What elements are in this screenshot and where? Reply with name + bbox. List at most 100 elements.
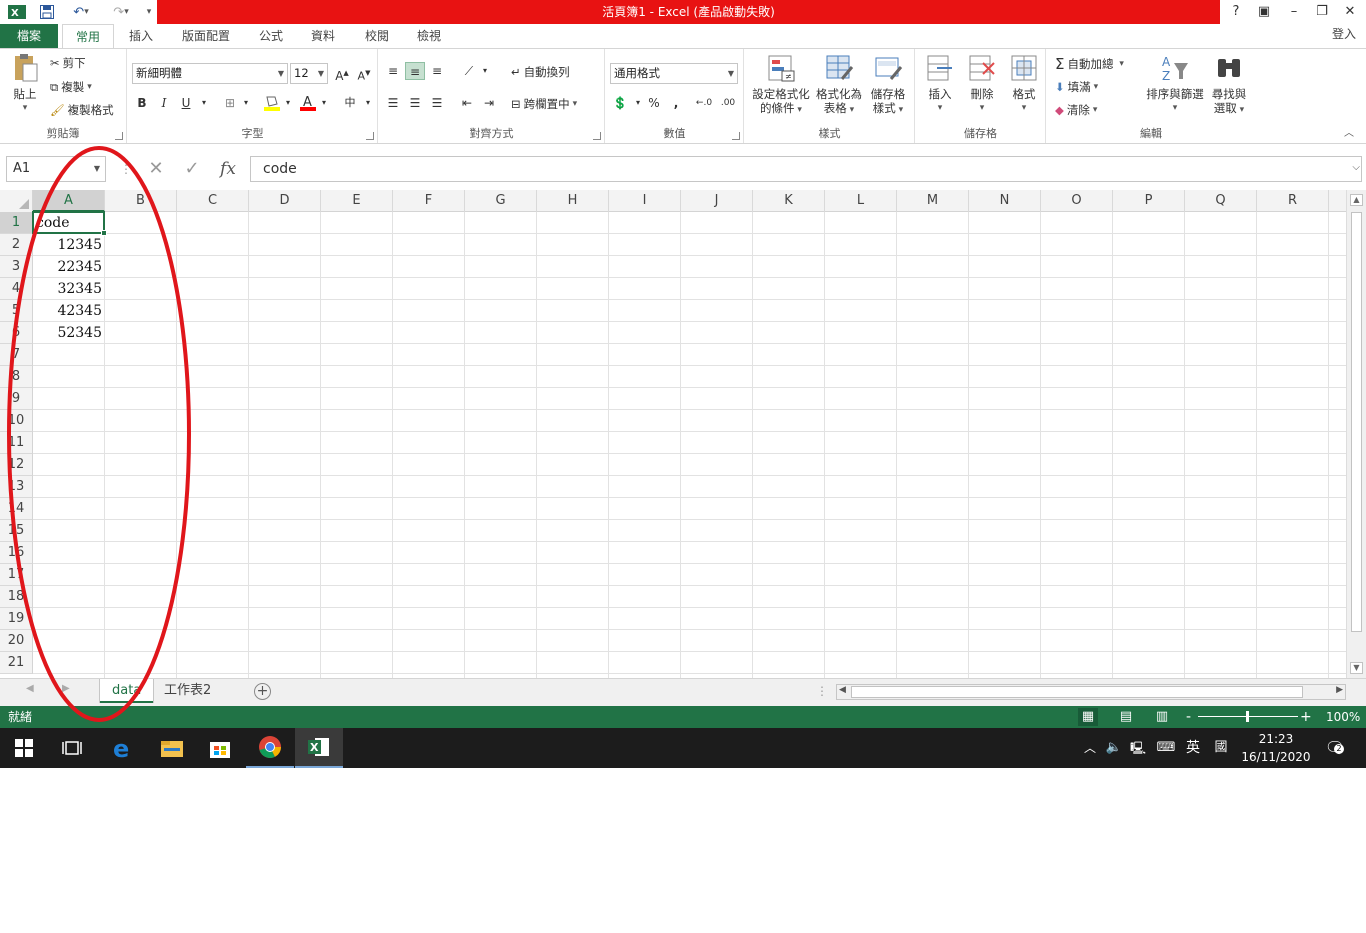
horizontal-scrollbar[interactable]: ◀ ▶ (836, 684, 1346, 700)
paste-button[interactable]: 貼上 ▾ (6, 53, 44, 115)
increase-indent-icon[interactable]: ⇥ (479, 94, 499, 112)
align-middle-icon[interactable]: ≡ (405, 62, 425, 80)
close-icon[interactable]: ✕ (1336, 0, 1364, 24)
ime-mode[interactable]: 國 (1210, 728, 1232, 768)
row-header-8[interactable]: 8 (0, 366, 33, 388)
scroll-down-icon[interactable]: ▼ (1350, 662, 1363, 674)
row-header-9[interactable]: 9 (0, 388, 33, 410)
align-center-icon[interactable]: ☰ (405, 94, 425, 112)
task-view-icon[interactable] (48, 728, 96, 768)
font-name-combo[interactable]: 新細明體 ▼ (132, 63, 288, 84)
tab-review[interactable]: 校閱 (356, 24, 398, 48)
column-header-l[interactable]: L (825, 190, 897, 212)
tab-insert[interactable]: 插入 (118, 24, 164, 48)
sheet-tab-sheet2[interactable]: 工作表2 (152, 679, 223, 703)
orientation-dropdown-icon[interactable]: ▾ (475, 62, 495, 80)
vertical-scrollbar[interactable]: ▲ ▼ (1346, 190, 1366, 678)
row-header-16[interactable]: 16 (0, 542, 33, 564)
clear-button[interactable]: ◆ 清除 ▾ (1055, 102, 1097, 118)
format-painter-button[interactable]: 🖌 複製格式 (50, 102, 114, 118)
row-header-1[interactable]: 1 (0, 212, 33, 234)
vertical-scroll-thumb[interactable] (1351, 212, 1362, 632)
undo-icon[interactable]: ↶ ▾ (66, 2, 96, 22)
column-header-h[interactable]: H (537, 190, 609, 212)
row-header-4[interactable]: 4 (0, 278, 33, 300)
column-header-r[interactable]: R (1257, 190, 1329, 212)
column-header-k[interactable]: K (753, 190, 825, 212)
cell-a4[interactable]: 32345 (33, 278, 105, 300)
tab-formulas[interactable]: 公式 (250, 24, 292, 48)
percent-button[interactable]: % (644, 94, 664, 112)
font-dialog-launcher[interactable] (366, 132, 374, 140)
row-header-17[interactable]: 17 (0, 564, 33, 586)
start-windows-icon[interactable] (0, 728, 48, 768)
collapse-ribbon-icon[interactable]: ︿ (1344, 124, 1354, 139)
sign-in-link[interactable]: 登入 (1332, 24, 1356, 44)
increase-decimal-icon[interactable]: ←.0 (694, 94, 714, 112)
underline-dropdown-icon[interactable]: ▾ (194, 94, 214, 112)
tab-view[interactable]: 檢視 (408, 24, 450, 48)
align-bottom-icon[interactable]: ≡ (427, 62, 447, 80)
row-header-20[interactable]: 20 (0, 630, 33, 652)
show-hidden-icons[interactable]: ︿ (1080, 728, 1100, 768)
cell-a6[interactable]: 52345 (33, 322, 105, 344)
align-left-icon[interactable]: ☰ (383, 94, 403, 112)
row-header-11[interactable]: 11 (0, 432, 33, 454)
expand-formula-bar-icon[interactable]: ⌵ (1352, 162, 1360, 173)
tab-data[interactable]: 資料 (302, 24, 344, 48)
decrease-decimal-icon[interactable]: .00 (718, 94, 738, 112)
customize-qat-icon[interactable]: ▾ (142, 2, 156, 22)
excel-taskbar-icon[interactable]: X (295, 728, 343, 768)
horizontal-scroll-thumb[interactable] (851, 686, 1303, 698)
column-header-c[interactable]: C (177, 190, 249, 212)
column-header-e[interactable]: E (321, 190, 393, 212)
row-header-15[interactable]: 15 (0, 520, 33, 542)
column-header-j[interactable]: J (681, 190, 753, 212)
cancel-entry-icon[interactable]: ✕ (142, 156, 170, 182)
add-sheet-button[interactable]: + (254, 683, 271, 700)
column-header-g[interactable]: G (465, 190, 537, 212)
conditional-formatting-button[interactable]: ≠ 設定格式化 的條件 ▾ (749, 53, 813, 117)
confirm-entry-icon[interactable]: ✓ (178, 156, 206, 182)
column-header-a[interactable]: A (33, 190, 105, 212)
sheet-prev-icon[interactable]: ◀ (26, 683, 34, 694)
sheet-next-icon[interactable]: ▶ (62, 683, 70, 694)
network-icon[interactable]: 🖳 (1128, 728, 1148, 768)
tab-home[interactable]: 常用 (62, 24, 114, 49)
scroll-left-icon[interactable]: ◀ (839, 685, 846, 695)
row-header-7[interactable]: 7 (0, 344, 33, 366)
increase-font-icon[interactable]: A▲ (332, 64, 352, 83)
zoom-slider-thumb[interactable] (1246, 711, 1249, 722)
row-header-19[interactable]: 19 (0, 608, 33, 630)
column-header-n[interactable]: N (969, 190, 1041, 212)
store-icon[interactable] (196, 728, 244, 768)
normal-view-icon[interactable]: ▦ (1078, 708, 1098, 726)
row-header-5[interactable]: 5 (0, 300, 33, 322)
find-select-button[interactable]: 尋找與 選取 ▾ (1209, 53, 1249, 117)
delete-cells-button[interactable]: 刪除 ▾ (962, 53, 1002, 115)
cell-a2[interactable]: 12345 (33, 234, 105, 256)
ime-language[interactable]: 英 (1182, 728, 1204, 768)
align-right-icon[interactable]: ☰ (427, 94, 447, 112)
row-header-12[interactable]: 12 (0, 454, 33, 476)
formula-input[interactable]: code (250, 156, 1362, 182)
row-header-6[interactable]: 6 (0, 322, 33, 344)
select-all-button[interactable] (0, 190, 33, 212)
comma-button[interactable]: , (666, 94, 686, 112)
volume-icon[interactable]: 🔈 (1104, 728, 1124, 768)
tab-page-layout[interactable]: 版面配置 (172, 24, 240, 48)
underline-button[interactable]: U (176, 94, 196, 112)
sort-filter-button[interactable]: AZ 排序與篩選 ▾ (1143, 53, 1207, 115)
notifications-icon[interactable]: 🗨2 (1320, 728, 1350, 768)
font-size-combo[interactable]: 12 ▼ (290, 63, 328, 84)
row-header-18[interactable]: 18 (0, 586, 33, 608)
decrease-font-icon[interactable]: A▼ (354, 64, 374, 83)
row-header-2[interactable]: 2 (0, 234, 33, 256)
row-header-10[interactable]: 10 (0, 410, 33, 432)
column-header-d[interactable]: D (249, 190, 321, 212)
phonetic-icon[interactable]: 中 (340, 94, 360, 112)
fill-button[interactable]: ⬇ 填滿 ▾ (1055, 79, 1098, 95)
zoom-out-button[interactable]: - (1186, 706, 1191, 728)
number-dialog-launcher[interactable] (732, 132, 740, 140)
row-header-13[interactable]: 13 (0, 476, 33, 498)
